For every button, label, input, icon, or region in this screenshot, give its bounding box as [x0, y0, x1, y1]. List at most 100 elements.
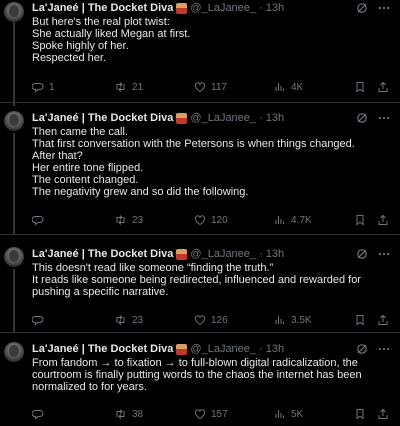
tweet-actions: 23 120 4.7K [32, 213, 390, 227]
views-icon [275, 216, 284, 224]
share-button[interactable] [377, 408, 389, 420]
tweet-text: This doesn't read like someone “finding … [32, 262, 388, 298]
tweet-line: It reads like someone being redirected, … [32, 274, 361, 286]
views-button[interactable]: 3.5K [274, 314, 312, 326]
tweet-actions: 1 21 117 4K [32, 80, 390, 94]
timestamp[interactable]: 13h [266, 343, 284, 355]
like-button[interactable]: 157 [194, 408, 228, 420]
grok-icon[interactable] [356, 343, 368, 355]
like-button[interactable]: 126 [194, 314, 228, 326]
reply-icon [32, 316, 44, 326]
reply-button[interactable] [32, 314, 49, 326]
tweet-line: The negativity grew and so did the follo… [32, 186, 249, 198]
reply-icon [32, 216, 44, 226]
like-button[interactable]: 120 [194, 214, 228, 226]
more-options-icon[interactable] [378, 343, 390, 355]
like-count: 120 [211, 214, 228, 226]
tweet-line: courtroom is finally putting words to th… [32, 369, 362, 381]
avatar[interactable] [4, 342, 24, 362]
views-icon [275, 83, 284, 91]
avatar[interactable] [4, 2, 24, 22]
repost-icon [116, 215, 125, 225]
reply-button[interactable] [32, 408, 49, 420]
grok-icon[interactable] [356, 248, 368, 260]
views-count: 4.7K [291, 214, 312, 226]
tweet-line: She actually liked Megan at first. [32, 28, 191, 40]
repost-button[interactable]: 23 [114, 214, 143, 226]
repost-button[interactable]: 23 [114, 314, 143, 326]
like-button[interactable]: 117 [194, 81, 227, 93]
views-button[interactable]: 4.7K [274, 214, 312, 226]
tweet[interactable]: La'Janeé | The Docket Diva @_LaJanee_ · … [0, 0, 400, 106]
heart-icon [194, 82, 206, 93]
tweet[interactable]: La'Janeé | The Docket Diva @_LaJanee_ · … [0, 333, 400, 426]
bookmark-button[interactable] [354, 314, 366, 326]
tweet-header: La'Janeé | The Docket Diva @_LaJanee_ · … [32, 341, 390, 357]
author-handle[interactable]: @_LaJanee_ [190, 2, 256, 14]
share-button[interactable] [377, 214, 389, 226]
tweet-line: But here's the real plot twist: [32, 16, 170, 28]
repost-icon [116, 82, 125, 92]
like-count: 157 [211, 408, 228, 420]
separator-dot: · [259, 248, 263, 260]
grok-icon[interactable] [356, 2, 368, 14]
bookmark-icon [356, 215, 364, 226]
avatar[interactable] [4, 247, 24, 267]
reply-icon [32, 410, 44, 420]
author-handle[interactable]: @_LaJanee_ [190, 343, 256, 355]
timestamp[interactable]: 13h [266, 2, 284, 14]
share-button[interactable] [377, 81, 389, 93]
share-icon [378, 214, 388, 225]
tweet-header: La'Janeé | The Docket Diva @_LaJanee_ · … [32, 246, 390, 262]
thread-line [13, 133, 15, 235]
repost-icon [116, 409, 125, 419]
heart-icon [194, 215, 206, 226]
tweet-line: normalized to for years. [32, 381, 147, 393]
repost-button[interactable]: 38 [114, 408, 143, 420]
repost-button[interactable]: 21 [114, 81, 143, 93]
tweet-line: That first conversation with the Peterso… [32, 138, 355, 150]
judge-emoji-icon [176, 2, 188, 14]
heart-icon [194, 315, 206, 326]
tweet[interactable]: La'Janeé | The Docket Diva @_LaJanee_ · … [0, 103, 400, 235]
author-name[interactable]: La'Janeé | The Docket Diva [32, 2, 173, 14]
bookmark-button[interactable] [354, 81, 366, 93]
more-options-icon[interactable] [378, 248, 390, 260]
tweet-text: But here's the real plot twist: She actu… [32, 16, 388, 64]
bookmark-icon [356, 409, 364, 420]
more-options-icon[interactable] [378, 112, 390, 124]
share-icon [378, 408, 388, 419]
views-icon [275, 316, 284, 324]
tweet-line: pushing a specific narrative. [32, 286, 169, 298]
timestamp[interactable]: 13h [266, 248, 284, 260]
share-button[interactable] [377, 314, 389, 326]
tweet[interactable]: La'Janeé | The Docket Diva @_LaJanee_ · … [0, 235, 400, 333]
repost-count: 23 [132, 314, 144, 326]
timestamp[interactable]: 13h [266, 112, 284, 124]
reply-button[interactable] [32, 214, 49, 226]
tweet-line: This doesn't read like someone “finding … [32, 262, 274, 274]
views-button[interactable]: 5K [274, 408, 303, 420]
author-handle[interactable]: @_LaJanee_ [190, 112, 256, 124]
repost-icon [116, 315, 125, 325]
tweet-actions: 38 157 5K [32, 407, 390, 421]
thread-line [13, 269, 15, 333]
grok-icon[interactable] [356, 112, 368, 124]
views-count: 4K [291, 81, 304, 93]
tweet-line: Respected her. [32, 52, 106, 64]
avatar[interactable] [4, 111, 24, 131]
author-name[interactable]: La'Janeé | The Docket Diva [32, 248, 173, 260]
reply-button[interactable]: 1 [32, 81, 55, 93]
author-name[interactable]: La'Janeé | The Docket Diva [32, 112, 173, 124]
author-name[interactable]: La'Janeé | The Docket Diva [32, 343, 173, 355]
more-options-icon[interactable] [378, 2, 390, 14]
author-handle[interactable]: @_LaJanee_ [190, 248, 256, 260]
tweet-text: Then came the call. That first conversat… [32, 126, 388, 198]
repost-count: 23 [132, 214, 144, 226]
bookmark-button[interactable] [354, 214, 366, 226]
views-button[interactable]: 4K [274, 81, 303, 93]
tweet-line: Spoke highly of her. [32, 40, 129, 52]
bookmark-button[interactable] [354, 408, 366, 420]
bookmark-icon [356, 315, 364, 326]
tweet-text: From fandom → to fixation → to full-blow… [32, 357, 388, 393]
